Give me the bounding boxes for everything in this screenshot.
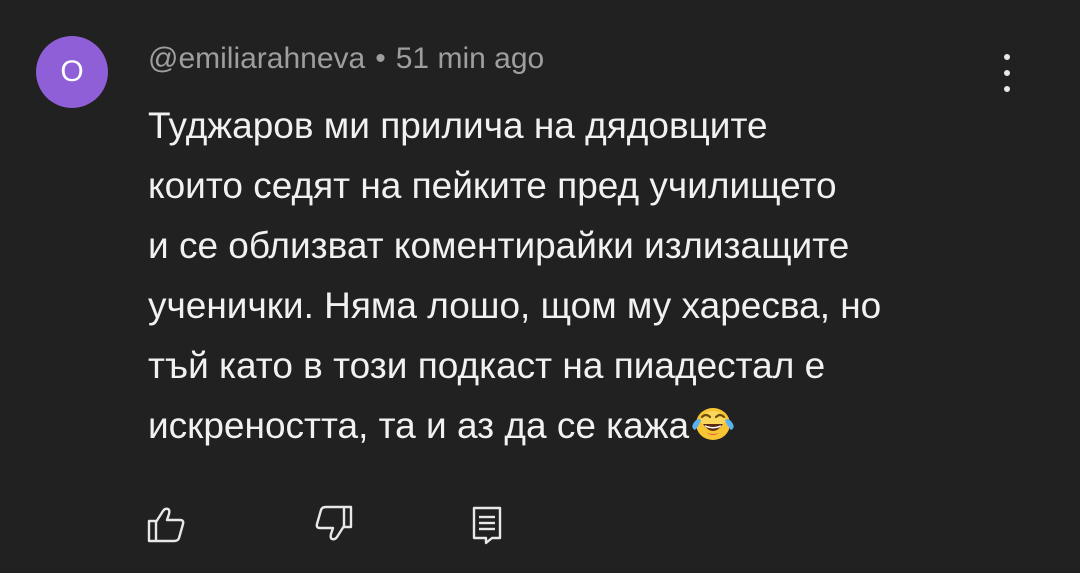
comment-text-line: искреността, та и аз да се кажа	[148, 405, 690, 446]
comment-text-line: които седят на пейките пред училището	[148, 165, 837, 206]
more-options-icon[interactable]	[990, 48, 1024, 98]
comment-header: @emiliarahneva • 51 min ago	[148, 42, 544, 76]
comment-item: O @emiliarahneva • 51 min ago Туджаров ми …	[0, 0, 1080, 573]
comment-text-line: и се облизват коментирайки излизащите	[148, 225, 850, 266]
menu-dot	[1004, 70, 1010, 76]
menu-dot	[1004, 54, 1010, 60]
thumb-up-icon[interactable]	[144, 502, 188, 546]
comment-text: Туджаров ми прилича на дядовците които с…	[148, 96, 1028, 462]
separator-dot: •	[375, 42, 386, 75]
comment-timestamp[interactable]: 51 min ago	[396, 42, 544, 75]
comment-text-line: Туджаров ми прилича на дядовците	[148, 105, 768, 146]
menu-dot	[1004, 86, 1010, 92]
author-handle[interactable]: @emiliarahneva	[148, 42, 365, 75]
avatar-letter: O	[60, 55, 84, 88]
reply-comment-icon[interactable]	[466, 502, 510, 546]
face-with-tears-of-joy-icon	[691, 402, 735, 462]
comment-text-line: ученички. Няма лошо, щом му харесва, но	[148, 285, 882, 326]
comment-text-last-line: искреността, та и аз да се кажа	[148, 396, 1028, 462]
thumb-down-icon[interactable]	[312, 502, 356, 546]
comment-text-line: тъй като в този подкаст на пиадестал е	[148, 345, 826, 386]
avatar[interactable]: O	[36, 36, 108, 108]
